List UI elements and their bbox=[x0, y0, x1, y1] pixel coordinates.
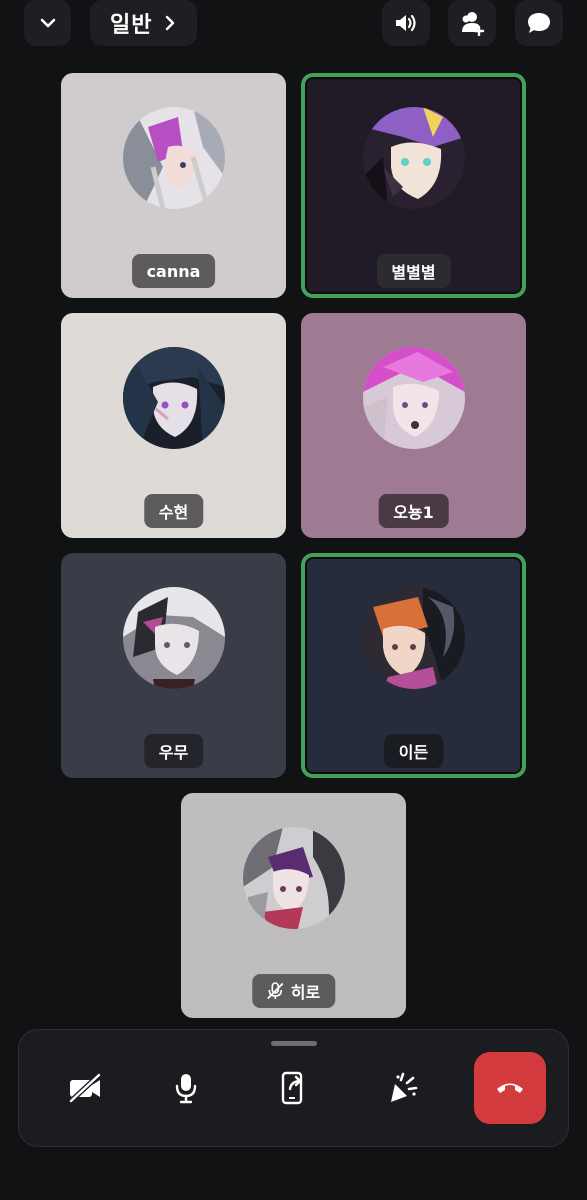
avatar bbox=[362, 587, 465, 689]
participant-name: 우무 bbox=[143, 734, 204, 768]
camera-off-icon bbox=[68, 1073, 102, 1103]
microphone-button[interactable] bbox=[150, 1052, 222, 1124]
add-user-icon bbox=[462, 12, 485, 36]
participant-tile[interactable]: 우무 bbox=[61, 553, 286, 778]
collapse-button[interactable] bbox=[24, 0, 71, 46]
camera-toggle-button[interactable] bbox=[49, 1052, 121, 1124]
participant-name: 히로 bbox=[251, 974, 336, 1008]
participant-tile[interactable]: 수현 bbox=[61, 313, 286, 538]
chat-button[interactable] bbox=[515, 0, 563, 46]
participant-name: canna bbox=[131, 254, 216, 288]
participant-name: 오뇽1 bbox=[378, 494, 449, 528]
avatar bbox=[242, 827, 345, 929]
avatar bbox=[122, 347, 225, 449]
chat-icon bbox=[528, 13, 550, 33]
participant-tile[interactable]: 이든 bbox=[301, 553, 526, 778]
speaker-button[interactable] bbox=[382, 0, 430, 46]
participant-name: 별별별 bbox=[376, 254, 451, 288]
screen-share-icon bbox=[281, 1071, 303, 1105]
effects-button[interactable] bbox=[366, 1052, 438, 1124]
invite-button[interactable] bbox=[448, 0, 496, 46]
participant-tile[interactable]: 별별별 bbox=[301, 73, 526, 298]
effects-icon bbox=[391, 1072, 418, 1102]
channel-title: 일반 bbox=[110, 13, 153, 38]
participant-tile[interactable]: 오뇽1 bbox=[301, 313, 526, 538]
drag-handle[interactable] bbox=[271, 1041, 317, 1046]
call-controls bbox=[18, 1029, 569, 1147]
avatar bbox=[362, 107, 465, 209]
avatar bbox=[122, 107, 225, 209]
speaker-icon bbox=[396, 14, 416, 32]
microphone-icon bbox=[175, 1074, 197, 1104]
leave-call-button[interactable] bbox=[474, 1052, 546, 1124]
channel-title-button[interactable]: 일반 bbox=[90, 0, 197, 46]
avatar bbox=[122, 587, 225, 689]
participant-tile[interactable]: 히로 bbox=[181, 793, 406, 1018]
participant-name: 수현 bbox=[143, 494, 204, 528]
participant-tile[interactable]: canna bbox=[61, 73, 286, 298]
avatar bbox=[362, 347, 465, 449]
screen-share-button[interactable] bbox=[257, 1052, 329, 1124]
chevron-down-icon bbox=[40, 18, 55, 28]
chevron-right-icon bbox=[166, 15, 175, 31]
muted-mic-icon bbox=[266, 982, 283, 999]
participant-name: 이든 bbox=[383, 734, 444, 768]
hang-up-icon bbox=[497, 1083, 523, 1093]
